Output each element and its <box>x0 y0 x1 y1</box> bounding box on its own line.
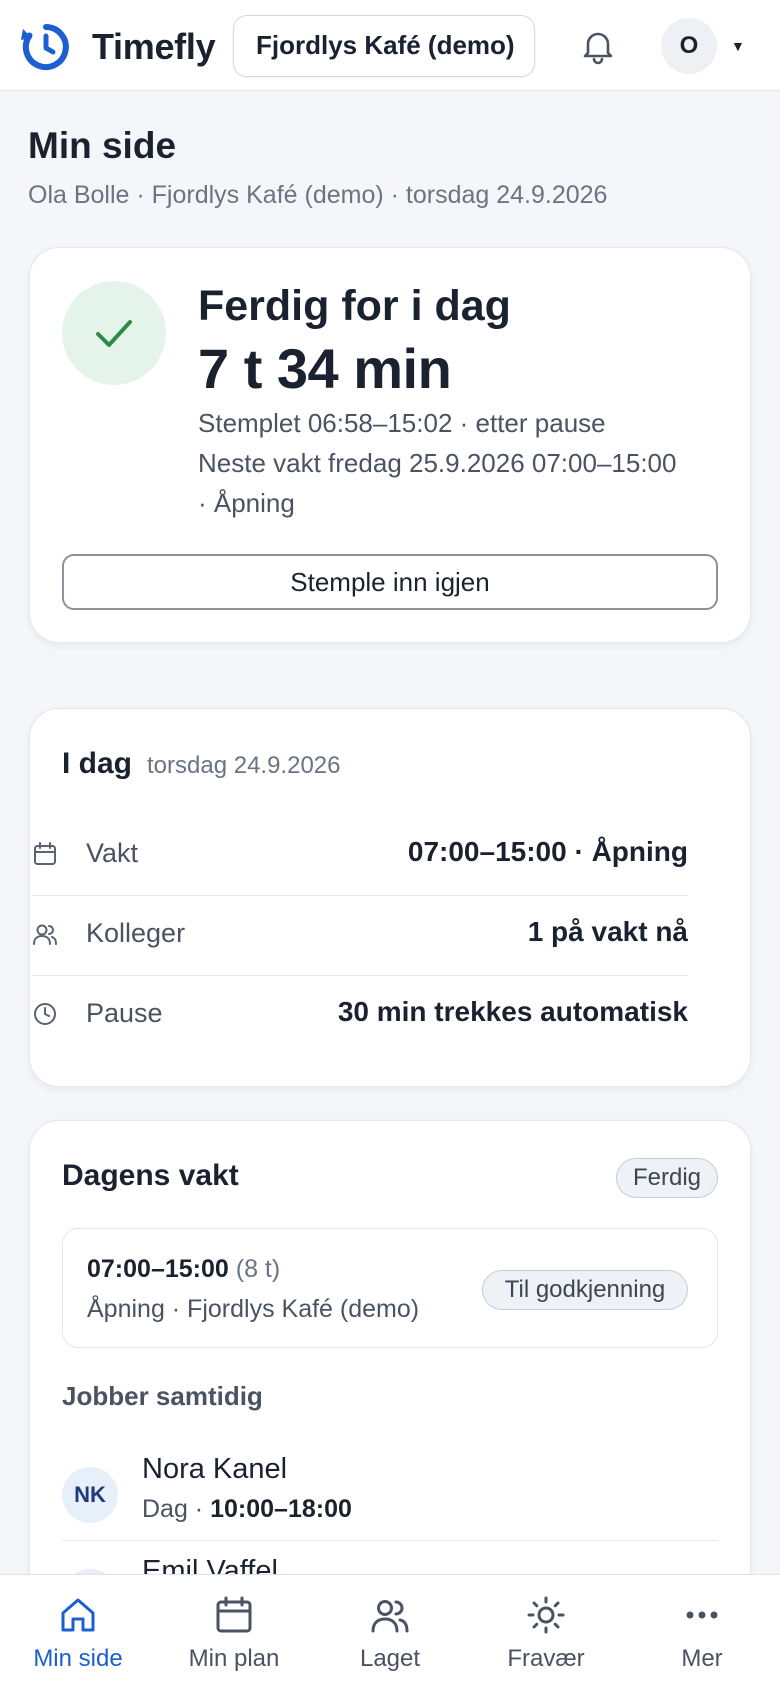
today-heading: I dag <box>62 747 133 780</box>
org-switcher[interactable]: Fjordlys Kafé (demo) <box>233 15 535 77</box>
calendar-icon <box>216 1596 252 1633</box>
chevron-down-icon[interactable]: ▼ <box>731 38 745 54</box>
bottom-nav: Min side Min plan Laget Fravær Mer <box>0 1574 780 1688</box>
nav-fravaer[interactable]: Fravær <box>468 1575 624 1688</box>
status-badge: Ferdig <box>616 1158 718 1198</box>
timefly-logo-icon[interactable] <box>20 21 72 73</box>
nav-min-side[interactable]: Min side <box>0 1575 156 1688</box>
coworker-shift: Dag · 10:00–18:00 <box>142 1495 352 1523</box>
coworker-item[interactable]: NK Nora Kanel Dag · 10:00–18:00 <box>62 1441 718 1541</box>
nav-min-plan[interactable]: Min plan <box>156 1575 312 1688</box>
status-check-icon <box>62 281 166 385</box>
row-value: 30 min trekkes automatisk <box>337 996 688 1027</box>
row-label: Kolleger <box>86 918 186 948</box>
app-header: Timefly Fjordlys Kafé (demo) O ▼ <box>0 0 780 91</box>
next-shift-role: · Åpning <box>198 488 295 518</box>
clock-in-again-button[interactable]: Stemple inn igjen <box>62 554 718 610</box>
more-icon <box>686 1611 718 1619</box>
shift-role-place: Åpning · Fjordlys Kafé (demo) <box>87 1295 420 1323</box>
user-avatar[interactable]: O <box>661 18 717 74</box>
row-value: 1 på vakt nå <box>527 916 688 947</box>
nav-label: Mer <box>681 1645 723 1672</box>
sun-icon <box>527 1596 565 1634</box>
approval-badge: Til godkjenning <box>482 1270 688 1310</box>
next-shift: Neste vakt fredag 25.9.2026 07:00–15:00 <box>198 448 677 478</box>
worked-total: 7 t 34 min <box>198 337 452 400</box>
page-title: Min side <box>28 125 177 166</box>
nav-mer[interactable]: Mer <box>624 1575 780 1688</box>
today-row-colleagues: Kolleger 1 på vakt nå <box>32 896 688 976</box>
nav-label: Laget <box>359 1645 421 1672</box>
page-subtitle: Ola Bolle · Fjordlys Kafé (demo) · torsd… <box>28 181 608 209</box>
nav-laget[interactable]: Laget <box>312 1575 468 1688</box>
shift-detail[interactable]: 07:00–15:00 (8 t) Åpning · Fjordlys Kafé… <box>62 1228 718 1348</box>
row-label: Pause <box>86 998 163 1028</box>
shift-title: Dagens vakt <box>62 1159 239 1192</box>
nav-label: Min side <box>33 1645 123 1672</box>
status-title: Ferdig for i dag <box>198 282 511 330</box>
row-value: 07:00–15:00 · Åpning <box>407 836 688 867</box>
notifications-bell-icon[interactable] <box>578 26 618 66</box>
status-card: Ferdig for i dag 7 t 34 min Stemplet 06:… <box>29 247 751 643</box>
nav-label: Min plan <box>188 1645 280 1672</box>
today-row-break: Pause 30 min trekkes automatisk <box>32 976 688 1056</box>
today-date: torsdag 24.9.2026 <box>147 752 341 779</box>
row-label: Vakt <box>86 838 139 868</box>
stamped-times: Stemplet 06:58–15:02 · etter pause <box>198 408 606 438</box>
app-name: Timefly <box>92 26 216 67</box>
today-row-shift: Vakt 07:00–15:00 · Åpning <box>32 816 688 896</box>
avatar: NK <box>62 1467 118 1523</box>
nav-label: Fravær <box>507 1645 585 1672</box>
coworker-name: Nora Kanel <box>142 1453 288 1485</box>
people-icon <box>32 921 58 947</box>
home-icon <box>61 1598 95 1632</box>
people-icon <box>371 1600 409 1633</box>
shift-time: 07:00–15:00 (8 t) <box>87 1255 281 1283</box>
calendar-icon <box>32 841 58 867</box>
clock-icon <box>32 1001 58 1027</box>
coworkers-heading: Jobber samtidig <box>62 1381 263 1411</box>
